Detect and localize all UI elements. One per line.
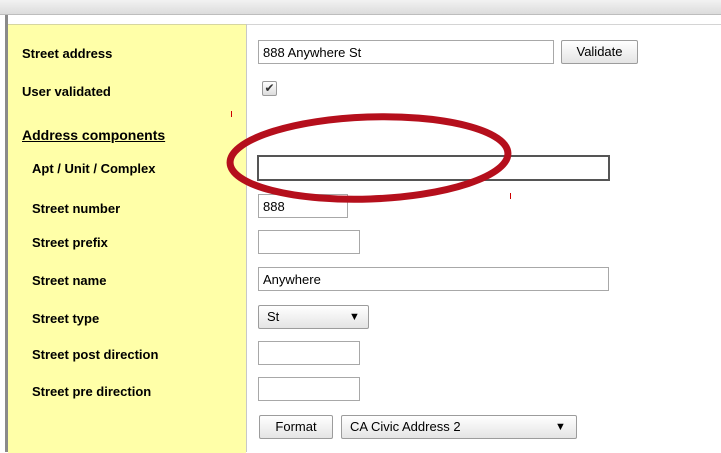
street-pre-direction-label: Street pre direction [32, 384, 152, 399]
user-validated-label: User validated [22, 84, 111, 99]
table-top-rule [247, 24, 721, 25]
street-number-label: Street number [32, 201, 121, 216]
street-pre-direction-input[interactable] [258, 377, 360, 401]
chevron-down-icon: ▼ [555, 421, 566, 433]
street-address-label: Street address [22, 46, 113, 61]
street-post-direction-label: Street post direction [32, 347, 159, 362]
street-type-label: Street type [32, 311, 100, 326]
checkmark-icon: ✔ [264, 81, 275, 95]
street-type-selected-value: St [267, 309, 280, 324]
street-post-direction-input[interactable] [258, 341, 360, 365]
street-type-select[interactable]: St ▼ [258, 305, 369, 329]
street-name-label: Street name [32, 273, 107, 288]
address-components-heading: Address components [22, 127, 166, 143]
window-top-bar [0, 0, 721, 15]
address-format-selected-value: CA Civic Address 2 [350, 419, 461, 434]
validate-button[interactable]: Validate [561, 40, 638, 64]
street-address-input[interactable] [258, 40, 554, 64]
format-button[interactable]: Format [259, 415, 333, 439]
user-validated-checkbox[interactable]: ✔ [262, 81, 277, 96]
street-prefix-input[interactable] [258, 230, 360, 254]
annotation-ellipse [226, 113, 512, 203]
apt-unit-complex-label: Apt / Unit / Complex [32, 161, 156, 176]
chevron-down-icon: ▼ [349, 311, 360, 323]
street-name-input[interactable] [258, 267, 609, 291]
column-divider [246, 24, 247, 452]
street-prefix-label: Street prefix [32, 235, 108, 250]
address-format-select[interactable]: CA Civic Address 2 ▼ [341, 415, 577, 439]
